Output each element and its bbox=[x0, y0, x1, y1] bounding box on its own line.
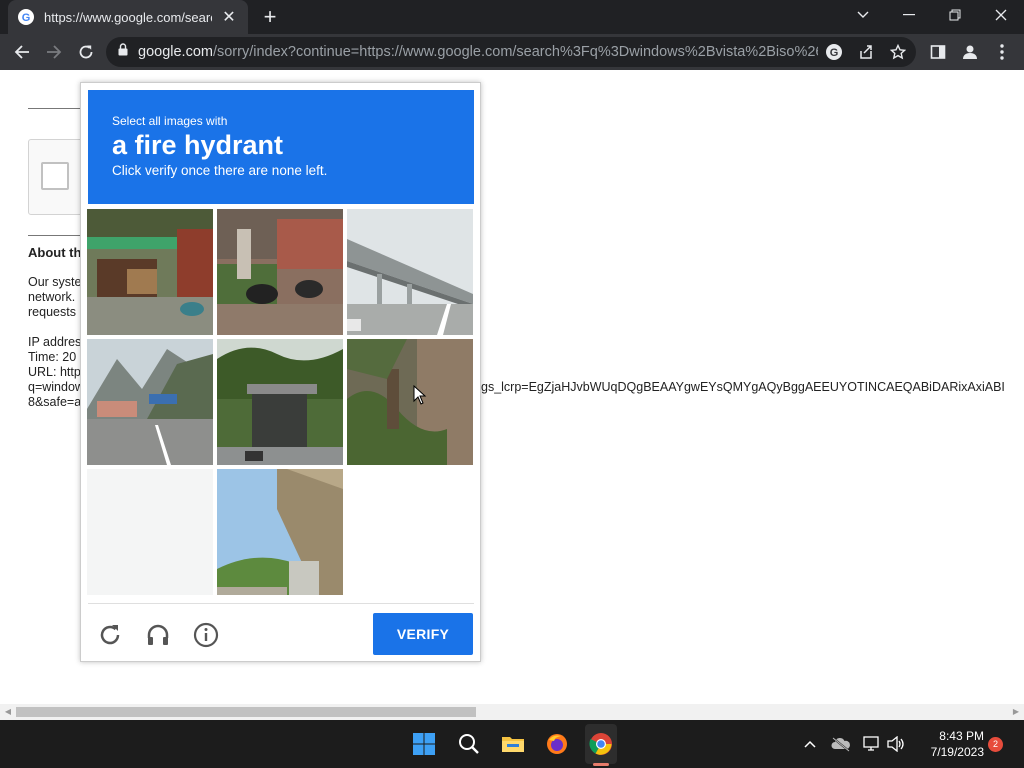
restore-button[interactable] bbox=[932, 0, 978, 30]
challenge-tile-2[interactable] bbox=[217, 209, 343, 335]
audio-challenge-icon[interactable] bbox=[143, 620, 173, 650]
url-query-text: q=window bbox=[28, 380, 84, 394]
lock-icon[interactable] bbox=[118, 43, 128, 61]
address-bar[interactable]: google.com/sorry/index?continue=https://… bbox=[106, 37, 916, 67]
search-icon[interactable] bbox=[453, 728, 485, 760]
reload-challenge-icon[interactable] bbox=[95, 620, 125, 650]
info-help-icon[interactable] bbox=[191, 620, 221, 650]
verify-button[interactable]: VERIFY bbox=[373, 613, 473, 655]
notification-badge[interactable]: 2 bbox=[988, 737, 1003, 752]
tab-strip: G https://www.google.com/search? ✕ + bbox=[0, 0, 1024, 34]
minimize-button[interactable] bbox=[886, 0, 932, 30]
url-query-text: 8&safe=a bbox=[28, 395, 82, 409]
challenge-subtitle: Select all images with bbox=[112, 114, 228, 128]
scroll-right-arrow-icon[interactable]: ▶ bbox=[1011, 707, 1021, 717]
url-label-text: URL: http bbox=[28, 365, 81, 379]
challenge-tile-5[interactable] bbox=[217, 339, 343, 465]
file-explorer-icon[interactable] bbox=[497, 728, 529, 760]
chrome-icon[interactable] bbox=[585, 728, 617, 760]
challenge-tile-4[interactable] bbox=[87, 339, 213, 465]
back-arrow-icon[interactable] bbox=[8, 38, 36, 66]
recaptcha-challenge: Select all images with a fire hydrant Cl… bbox=[80, 82, 481, 662]
scroll-left-arrow-icon[interactable]: ◀ bbox=[3, 707, 13, 717]
challenge-instruction: Click verify once there are none left. bbox=[112, 163, 328, 178]
taskbar: 8:43 PM 7/19/2023 2 bbox=[0, 720, 1024, 768]
clock-time: 8:43 PM bbox=[939, 729, 984, 743]
browser-toolbar: google.com/sorry/index?continue=https://… bbox=[0, 34, 1024, 70]
reload-icon[interactable] bbox=[72, 38, 100, 66]
tab-title: https://www.google.com/search? bbox=[44, 9, 212, 25]
tab-search-icon[interactable] bbox=[840, 0, 886, 30]
mouse-cursor-icon bbox=[413, 384, 427, 410]
divider bbox=[28, 108, 88, 109]
challenge-tile-1[interactable] bbox=[87, 209, 213, 335]
url-text: google.com/sorry/index?continue=https://… bbox=[138, 44, 818, 60]
recaptcha-checkbox[interactable] bbox=[41, 162, 69, 190]
challenge-target: a fire hydrant bbox=[112, 130, 284, 160]
menu-kebab-icon[interactable] bbox=[988, 38, 1016, 66]
close-window-button[interactable] bbox=[978, 0, 1024, 30]
browser-tab[interactable]: G https://www.google.com/search? ✕ bbox=[8, 0, 248, 34]
volume-icon[interactable] bbox=[880, 728, 912, 760]
share-icon[interactable] bbox=[852, 38, 880, 66]
forward-arrow-icon[interactable] bbox=[40, 38, 68, 66]
new-tab-button[interactable]: + bbox=[258, 4, 282, 30]
firefox-icon[interactable] bbox=[541, 728, 573, 760]
challenge-header: Select all images with a fire hydrant Cl… bbox=[88, 90, 474, 204]
recaptcha-checkbox-widget[interactable] bbox=[28, 139, 88, 215]
onedrive-offline-icon[interactable] bbox=[825, 728, 857, 760]
url-query-tail: gs_lcrp=EgZjaHJvbWUqDQgBEAAYgwEYsQMYgAQy… bbox=[481, 380, 1005, 394]
horizontal-scrollbar[interactable]: ◀ ▶ bbox=[0, 704, 1024, 720]
svg-text:G: G bbox=[830, 47, 839, 59]
google-lens-icon[interactable]: G bbox=[820, 38, 848, 66]
scrollbar-thumb[interactable] bbox=[16, 707, 476, 717]
body-text: Our syste bbox=[28, 275, 82, 289]
google-favicon-icon: G bbox=[18, 9, 34, 25]
bookmark-star-icon[interactable] bbox=[884, 38, 912, 66]
url-host: google.com bbox=[138, 44, 213, 60]
body-text: requests bbox=[28, 305, 76, 319]
chevron-up-icon[interactable] bbox=[794, 728, 826, 760]
body-text: network. bbox=[28, 290, 76, 304]
active-app-indicator bbox=[593, 763, 609, 766]
svg-text:G: G bbox=[22, 12, 31, 23]
tab-close-icon[interactable]: ✕ bbox=[220, 7, 238, 27]
challenge-tile-9[interactable] bbox=[347, 469, 473, 595]
challenge-footer-divider bbox=[88, 603, 474, 604]
profile-avatar-icon[interactable] bbox=[956, 38, 984, 66]
system-clock[interactable]: 8:43 PM 7/19/2023 bbox=[914, 728, 984, 760]
ip-address-text: IP addres bbox=[28, 335, 82, 349]
divider bbox=[28, 235, 88, 236]
about-heading: About th bbox=[28, 245, 82, 260]
url-path: /sorry/index?continue=https://www.google… bbox=[212, 44, 818, 60]
side-panel-icon[interactable] bbox=[924, 38, 952, 66]
clock-date: 7/19/2023 bbox=[930, 745, 984, 759]
challenge-tile-6[interactable] bbox=[347, 339, 473, 465]
challenge-tile-8[interactable] bbox=[217, 469, 343, 595]
windows-start-icon[interactable] bbox=[408, 728, 440, 760]
challenge-tile-3[interactable] bbox=[347, 209, 473, 335]
time-text: Time: 20 bbox=[28, 350, 77, 364]
challenge-tile-7[interactable] bbox=[87, 469, 213, 595]
